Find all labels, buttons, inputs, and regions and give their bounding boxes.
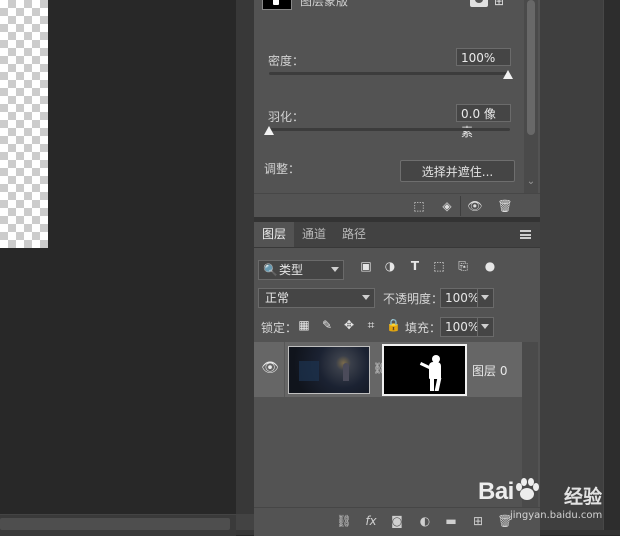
tab-paths[interactable]: 路径 bbox=[334, 222, 374, 247]
fill-label: 填充： bbox=[405, 321, 442, 335]
chevron-down-icon bbox=[481, 295, 489, 300]
add-mask-icon[interactable]: ◙ bbox=[387, 511, 407, 531]
lock-all-icon[interactable]: 🔒 bbox=[386, 318, 401, 332]
mask-mini-thumbnail bbox=[262, 0, 292, 10]
layer-style-fx-icon[interactable]: fx bbox=[361, 511, 381, 531]
right-scrollbar[interactable] bbox=[603, 0, 620, 535]
delete-mask-icon[interactable]: 🗑 bbox=[494, 196, 516, 216]
feather-field[interactable]: 0.0 像素 bbox=[456, 104, 511, 139]
properties-panel: 图层蒙版 ⊞ 密度： 100% 羽化： 0.0 像素 调整： 选择并遮住... … bbox=[254, 0, 540, 217]
filter-type-value: 类型 bbox=[279, 263, 304, 277]
lock-pixels-icon[interactable]: ✎ bbox=[320, 318, 334, 332]
adjust-label: 调整： bbox=[264, 162, 301, 176]
mask-link-icon[interactable]: ⛓ bbox=[373, 363, 387, 375]
vector-mask-icon[interactable]: ⊞ bbox=[494, 0, 504, 8]
new-group-icon[interactable]: ▬ bbox=[441, 511, 461, 531]
blend-mode-value: 正常 bbox=[265, 291, 290, 305]
opacity-dropdown-button[interactable] bbox=[477, 288, 494, 308]
density-slider-thumb[interactable] bbox=[503, 70, 513, 79]
horizontal-scroll-thumb[interactable] bbox=[0, 518, 230, 530]
pixel-mask-button[interactable] bbox=[470, 0, 488, 7]
properties-scroll-thumb[interactable] bbox=[527, 0, 535, 135]
panel-gutter bbox=[236, 0, 254, 535]
transparent-canvas[interactable] bbox=[0, 0, 48, 248]
opacity-value: 100% bbox=[445, 291, 480, 305]
tab-layers[interactable]: 图层 bbox=[254, 222, 294, 247]
gutter-notch bbox=[236, 514, 254, 530]
layer-filter-dropdown[interactable]: 🔍 类型 bbox=[258, 260, 344, 280]
footer-separator bbox=[460, 196, 461, 216]
filter-toggle-icon[interactable]: ● bbox=[482, 258, 498, 274]
search-icon: 🔍 bbox=[263, 263, 278, 277]
panel-menu-icon[interactable] bbox=[520, 230, 531, 239]
type-filter-icon[interactable]: T bbox=[407, 258, 423, 274]
new-adjustment-icon[interactable]: ◐ bbox=[415, 511, 435, 531]
density-label: 密度： bbox=[268, 54, 305, 68]
layer-mask-thumbnail[interactable] bbox=[382, 344, 467, 396]
smart-object-filter-icon[interactable]: ⎘ bbox=[455, 258, 471, 274]
chevron-down-icon bbox=[481, 324, 489, 329]
delete-layer-icon[interactable]: 🗑 bbox=[495, 511, 515, 531]
row-separator bbox=[284, 342, 285, 397]
adjustment-filter-icon[interactable]: ◑ bbox=[382, 258, 398, 274]
density-field[interactable]: 100% bbox=[456, 48, 511, 66]
fill-dropdown-button[interactable] bbox=[477, 317, 494, 337]
feather-slider-track[interactable] bbox=[269, 128, 510, 131]
feather-slider-thumb[interactable] bbox=[264, 126, 274, 135]
chevron-down-icon bbox=[362, 295, 370, 300]
new-layer-icon[interactable]: ⊞ bbox=[468, 511, 488, 531]
lock-artboard-icon[interactable]: ⌗ bbox=[364, 318, 378, 332]
layer-image-thumbnail[interactable] bbox=[288, 346, 370, 394]
lock-transparency-icon[interactable]: ▦ bbox=[297, 318, 311, 332]
density-slider-track[interactable] bbox=[269, 72, 510, 75]
tab-channels[interactable]: 通道 bbox=[294, 222, 334, 247]
select-and-mask-button[interactable]: 选择并遮住... bbox=[400, 160, 515, 182]
opacity-label: 不透明度： bbox=[383, 292, 444, 306]
chevron-down-icon bbox=[331, 267, 339, 272]
fill-value: 100% bbox=[445, 320, 480, 334]
lock-position-icon[interactable]: ✥ bbox=[342, 318, 356, 332]
properties-divider bbox=[254, 193, 540, 194]
link-layers-icon[interactable]: ⛓ bbox=[334, 511, 354, 531]
blend-mode-dropdown[interactable]: 正常 bbox=[258, 288, 375, 308]
layer-name[interactable]: 图层 0 bbox=[472, 362, 507, 379]
shape-filter-icon[interactable]: ⬚ bbox=[431, 258, 447, 274]
feather-label: 羽化： bbox=[268, 110, 305, 124]
layers-scrollbar[interactable] bbox=[522, 342, 538, 507]
apply-mask-icon[interactable]: ◈ bbox=[436, 196, 458, 216]
load-selection-icon[interactable]: ⬚ bbox=[408, 196, 430, 216]
scroll-down-arrow-icon[interactable]: ⌄ bbox=[525, 176, 537, 187]
bottom-edge bbox=[540, 530, 620, 535]
lock-label: 锁定： bbox=[261, 321, 298, 335]
layers-panel: 图层 通道 路径 🔍 类型 ▣ ◑ T ⬚ ⎘ ● 正常 不透明度： 100% … bbox=[254, 222, 540, 536]
mask-type-label: 图层蒙版 bbox=[300, 0, 349, 8]
layer-visibility-eye-icon[interactable]: 👁 bbox=[258, 358, 282, 378]
visibility-eye-icon[interactable]: 👁 bbox=[464, 196, 486, 216]
pixel-filter-icon[interactable]: ▣ bbox=[358, 258, 374, 274]
